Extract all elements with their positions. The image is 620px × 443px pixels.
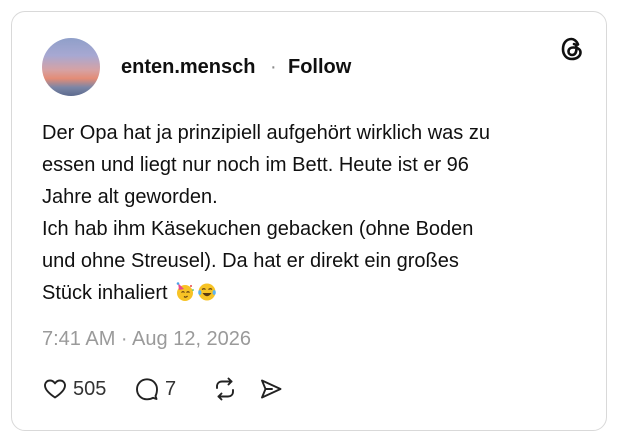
- post-text-line: Jahre alt geworden.: [42, 186, 218, 208]
- post-text-line: Stück inhaliert: [42, 282, 168, 304]
- heart-icon: [44, 379, 66, 399]
- threads-logo-icon[interactable]: [557, 34, 587, 64]
- post-text-line: Der Opa hat ja prinzipiell aufgehört wir…: [42, 122, 490, 144]
- partying-face-emoji: [176, 282, 195, 301]
- post-text: Der Opa hat ja prinzipiell aufgehört wir…: [42, 117, 582, 309]
- reply-button[interactable]: 7: [134, 376, 176, 402]
- post-text-line: und ohne Streusel). Da hat er direkt ein…: [42, 250, 459, 272]
- post-text-last-line: Stück inhaliert: [42, 277, 582, 309]
- send-icon: [261, 379, 282, 399]
- follow-button[interactable]: Follow: [288, 56, 351, 79]
- username[interactable]: enten.mensch: [121, 56, 255, 79]
- post-timestamp[interactable]: 7:41 AM · Aug 12, 2026: [42, 328, 251, 351]
- like-count: 505: [73, 377, 107, 400]
- post-card: enten.mensch · Follow Der Opa hat ja pri…: [11, 11, 607, 431]
- repost-icon: [216, 377, 234, 401]
- comment-icon: [136, 378, 158, 401]
- post-text-line: Ich hab ihm Käsekuchen gebacken (ohne Bo…: [42, 218, 474, 240]
- separator-dot: ·: [270, 56, 277, 78]
- like-button[interactable]: 505: [42, 376, 106, 402]
- avatar[interactable]: [42, 38, 100, 96]
- share-button[interactable]: [258, 376, 284, 402]
- reply-count: 7: [165, 377, 177, 400]
- face-with-tears-of-joy-emoji: [198, 283, 216, 301]
- repost-button[interactable]: [212, 376, 238, 402]
- post-text-line: essen und liegt nur noch im Bett. Heute …: [42, 154, 469, 176]
